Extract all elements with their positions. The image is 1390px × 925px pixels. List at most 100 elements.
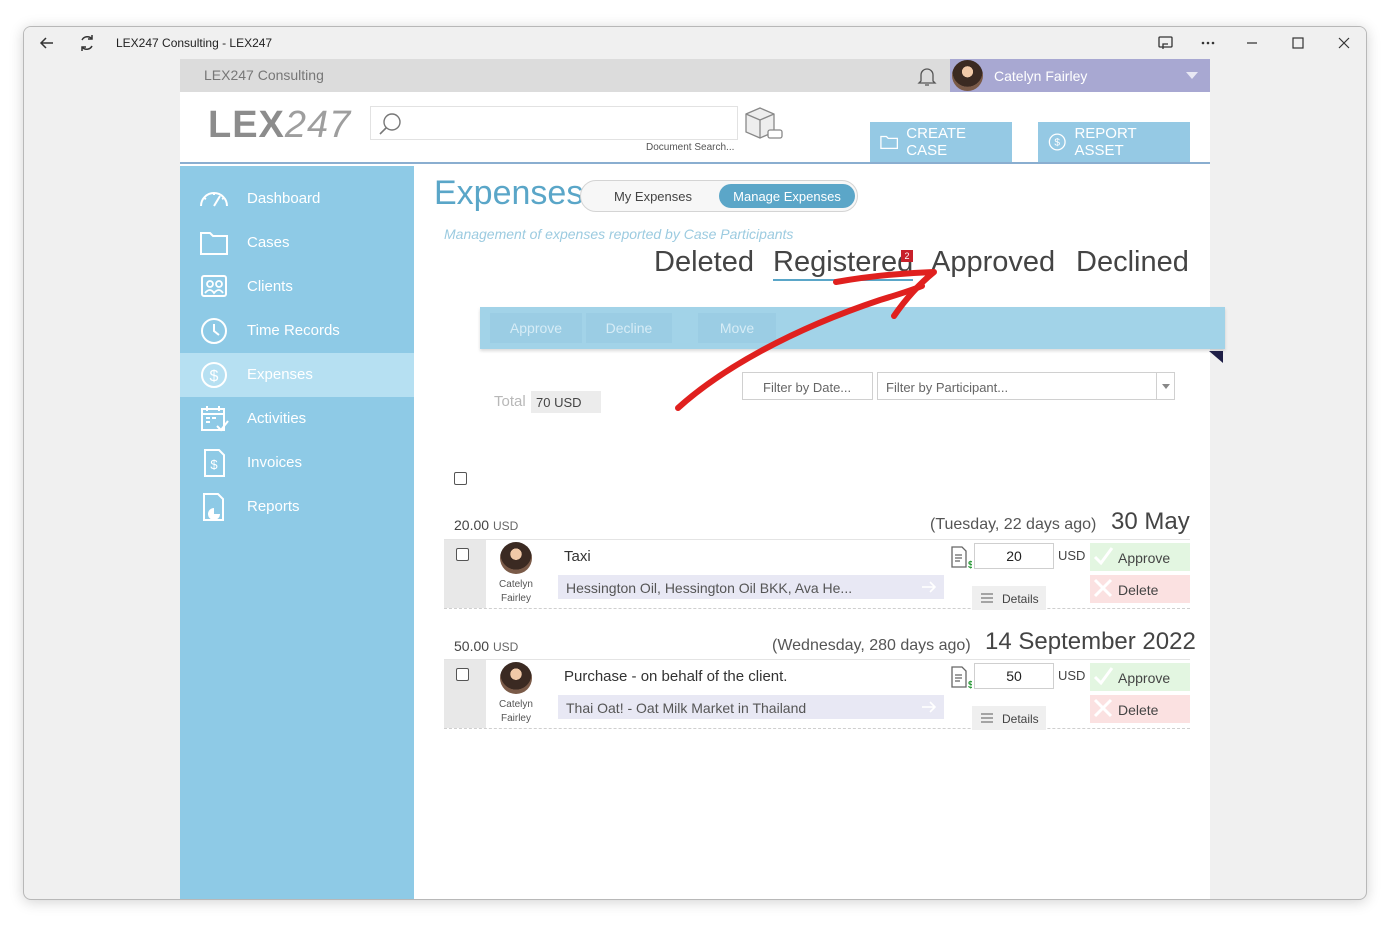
sidebar-item-label: Expenses	[247, 366, 313, 383]
calendar-check-icon	[201, 406, 229, 432]
receipt-icon[interactable]: $	[950, 666, 972, 690]
registered-count-badge: 2	[901, 250, 913, 262]
group-relative-date: (Wednesday, 280 days ago)	[772, 637, 971, 654]
maximize-icon[interactable]	[1288, 33, 1308, 53]
sidebar-item-reports[interactable]: Reports	[180, 485, 414, 529]
x-icon	[1093, 698, 1113, 718]
details-button[interactable]: Details	[972, 706, 1046, 730]
dollar-circle-icon: $	[201, 362, 227, 388]
tab-declined[interactable]: Declined	[1076, 246, 1189, 279]
package-icon[interactable]	[740, 106, 784, 142]
user-last-name: Fairley	[500, 593, 531, 604]
delete-button[interactable]: Delete	[1090, 575, 1190, 603]
main-panel: Expenses My Expenses Manage Expenses Man…	[414, 166, 1225, 899]
group-date: 30 May	[1111, 508, 1190, 535]
corner-marker	[1209, 351, 1223, 363]
logo: LEX247	[208, 104, 351, 147]
manage-expenses-toggle[interactable]: Manage Expenses	[719, 184, 855, 208]
avatar	[500, 662, 532, 694]
total-label: Total	[494, 393, 526, 410]
window-title: LEX247 Consulting - LEX247	[116, 36, 273, 50]
expense-case-link[interactable]: Thai Oat! - Oat Milk Market in Thailand	[558, 695, 944, 719]
expense-amount-input[interactable]: 20	[974, 543, 1054, 569]
total-value: 70 USD	[531, 391, 601, 413]
bell-icon[interactable]	[915, 64, 939, 88]
x-icon	[1093, 578, 1113, 598]
user-menu[interactable]: Catelyn Fairley	[950, 59, 1210, 92]
delete-button[interactable]: Delete	[1090, 695, 1190, 723]
report-asset-button[interactable]: $ REPORT ASSET	[1038, 122, 1190, 162]
sidebar-item-clients[interactable]: Clients	[180, 265, 414, 309]
more-icon[interactable]	[1198, 33, 1218, 53]
clients-icon	[201, 275, 227, 297]
user-name: Catelyn Fairley	[994, 68, 1088, 84]
checkmark-icon	[1093, 667, 1114, 686]
details-button[interactable]: Details	[972, 586, 1046, 610]
group-amount: 50.00 USD	[454, 638, 518, 654]
minimize-icon[interactable]	[1242, 33, 1262, 53]
app-window: LEX247 Consulting - LEX247 LEX247 Consul…	[23, 26, 1367, 900]
bulk-decline-button[interactable]: Decline	[586, 313, 672, 343]
arrow-right-icon	[922, 701, 937, 713]
filter-participant-placeholder: Filter by Participant...	[886, 380, 1009, 395]
tab-registered[interactable]: Registered	[773, 246, 914, 281]
approve-button[interactable]: Approve	[1090, 543, 1190, 571]
page-subtitle: Management of expenses reported by Case …	[444, 226, 794, 242]
logo-light: 247	[284, 104, 352, 146]
sidebar-item-time-records[interactable]: Time Records	[180, 309, 414, 353]
tab-deleted[interactable]: Deleted	[654, 246, 754, 279]
delete-label: Delete	[1118, 582, 1159, 598]
select-all-checkbox[interactable]	[454, 472, 467, 485]
svg-text:$: $	[210, 368, 219, 385]
sidebar-item-activities[interactable]: Activities	[180, 397, 414, 441]
receipt-icon[interactable]: $	[950, 546, 972, 570]
sidebar-item-invoices[interactable]: $ Invoices	[180, 441, 414, 485]
expense-currency: USD	[1058, 668, 1086, 683]
expense-card: Catelyn Fairley Purchase - on behalf of t…	[444, 659, 1190, 730]
top-strip: LEX247 Consulting Catelyn Fairley	[180, 59, 1210, 92]
sidebar-item-label: Time Records	[247, 322, 340, 339]
avatar	[500, 542, 532, 574]
chevron-down-icon[interactable]	[1156, 373, 1174, 399]
expense-checkbox[interactable]	[456, 548, 469, 561]
header: LEX247 Document Search... CREATE CASE $ …	[180, 92, 1210, 164]
filter-participant-select[interactable]: Filter by Participant...	[877, 372, 1175, 400]
expense-checkbox[interactable]	[456, 668, 469, 681]
folder-icon	[880, 135, 899, 150]
expense-description: Purchase - on behalf of the client.	[564, 668, 788, 685]
expenses-view-toggle: My Expenses Manage Expenses	[580, 180, 858, 212]
group-amount: 20.00 USD	[454, 517, 518, 533]
expense-case-link[interactable]: Hessington Oil, Hessington Oil BKK, Ava …	[558, 575, 944, 599]
sidebar-item-cases[interactable]: Cases	[180, 221, 414, 265]
tab-approved[interactable]: Approved	[931, 246, 1055, 279]
user-first-name: Catelyn	[499, 579, 533, 590]
approve-button[interactable]: Approve	[1090, 663, 1190, 691]
filter-date-placeholder: Filter by Date...	[763, 380, 852, 395]
svg-text:$: $	[968, 560, 972, 570]
cast-icon[interactable]	[1156, 33, 1176, 53]
chevron-down-icon	[1186, 72, 1198, 79]
expense-amount-input[interactable]: 50	[974, 663, 1054, 689]
refresh-icon[interactable]	[76, 32, 98, 54]
my-expenses-toggle[interactable]: My Expenses	[589, 184, 717, 208]
group-amount-currency: USD	[492, 640, 519, 654]
create-case-button[interactable]: CREATE CASE	[870, 122, 1012, 162]
sidebar-item-expenses[interactable]: $ Expenses	[180, 353, 414, 397]
approve-label: Approve	[1118, 670, 1171, 686]
group-amount-value: 50.00	[454, 638, 490, 654]
sidebar-item-dashboard[interactable]: Dashboard	[180, 177, 414, 221]
search-input[interactable]	[370, 106, 738, 140]
bulk-approve-button[interactable]: Approve	[490, 313, 582, 343]
list-icon	[981, 593, 993, 603]
sidebar-item-label: Invoices	[247, 454, 303, 471]
svg-text:$: $	[1054, 138, 1060, 149]
card-user: Catelyn Fairley	[488, 578, 544, 606]
group-amount-value: 20.00	[454, 517, 490, 533]
title-bar: LEX247 Consulting - LEX247	[24, 27, 1366, 59]
filter-date-input[interactable]: Filter by Date...	[742, 372, 873, 400]
close-icon[interactable]	[1334, 33, 1354, 53]
back-arrow-icon[interactable]	[36, 32, 58, 54]
speedometer-icon	[200, 192, 228, 207]
details-label: Details	[1002, 712, 1039, 726]
bulk-move-button[interactable]: Move	[698, 313, 776, 343]
